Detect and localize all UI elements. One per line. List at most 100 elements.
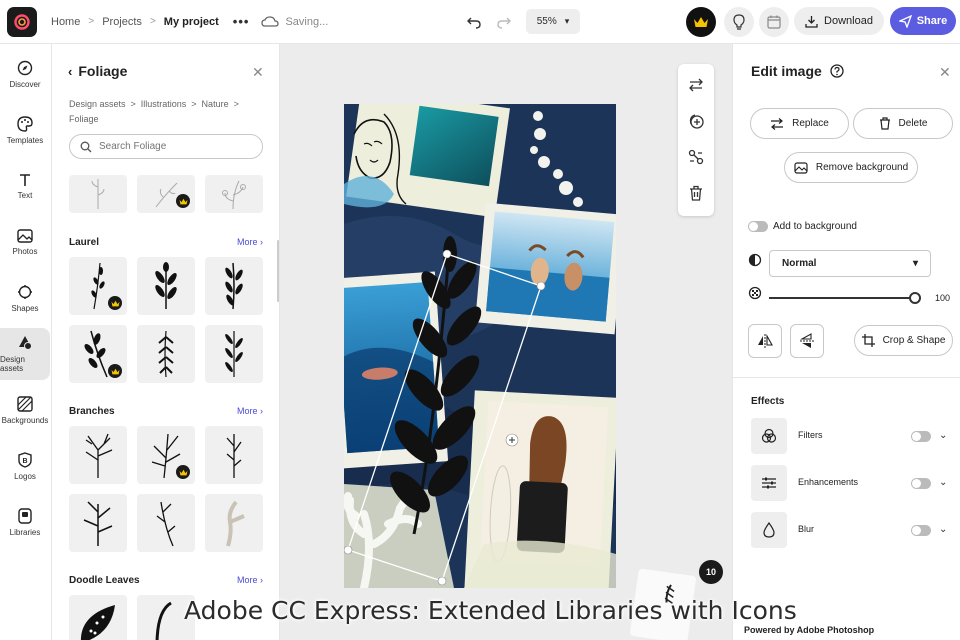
panel-title[interactable]: ‹ Foliage [68, 63, 127, 79]
nav-discover[interactable]: Discover [0, 48, 50, 100]
remove-background-icon [794, 161, 808, 174]
panel-breadcrumb: Design assets > Illustrations > Nature >… [69, 97, 259, 127]
search-input[interactable] [99, 141, 249, 152]
tips-button[interactable] [724, 7, 754, 37]
crop-icon [861, 334, 875, 347]
page-count-badge[interactable]: 10 [699, 560, 723, 584]
chevron-down-icon[interactable]: ⌄ [939, 477, 947, 488]
asset-thumb[interactable] [137, 426, 195, 484]
nav-label: Libraries [9, 527, 41, 537]
asset-thumb[interactable] [137, 175, 195, 213]
flip-horizontal-icon [758, 334, 773, 348]
more-options-icon[interactable]: ••• [233, 14, 250, 29]
nav-logos[interactable]: B Logos [0, 440, 50, 492]
asset-thumb[interactable] [69, 175, 127, 213]
replace-button[interactable]: Replace [750, 108, 849, 139]
asset-thumb[interactable] [137, 325, 195, 383]
more-link[interactable]: More › [237, 575, 263, 586]
undo-icon[interactable] [462, 10, 486, 34]
trash-icon[interactable] [685, 182, 707, 204]
droplet-icon[interactable] [751, 512, 787, 548]
breadcrumb-projects[interactable]: Projects [102, 16, 142, 28]
asset-thumb[interactable] [205, 175, 263, 213]
backgrounds-icon [17, 395, 33, 412]
flip-horizontal-button[interactable] [748, 324, 782, 358]
chevron-left-icon[interactable]: ‹ [68, 64, 72, 79]
asset-thumb[interactable] [69, 595, 127, 640]
nav-photos[interactable]: Photos [0, 216, 50, 268]
swap-icon[interactable] [685, 74, 707, 96]
redo-icon[interactable] [492, 10, 516, 34]
panel-title: Edit image [751, 63, 844, 79]
breadcrumb-home[interactable]: Home [51, 16, 80, 28]
asset-thumb[interactable] [137, 494, 195, 552]
more-link[interactable]: More › [237, 406, 263, 417]
asset-thumb[interactable] [69, 494, 127, 552]
blur-toggle[interactable] [911, 525, 931, 536]
crop-shape-button[interactable]: Crop & Shape [854, 325, 953, 356]
text-icon [20, 173, 30, 186]
saving-status: Saving... [261, 16, 328, 28]
filters-icon[interactable] [751, 418, 787, 454]
flip-vertical-button[interactable] [790, 324, 824, 358]
asset-thumb[interactable] [205, 325, 263, 383]
artboard[interactable] [344, 104, 616, 588]
download-button[interactable]: Download [794, 7, 884, 35]
nav-libraries[interactable]: Libraries [0, 496, 50, 548]
chevron-down-icon[interactable]: ⌄ [939, 524, 947, 535]
nav-label: Templates [6, 135, 44, 145]
asset-thumb[interactable] [137, 257, 195, 315]
breadcrumb: Home > Projects > My project [51, 16, 219, 28]
arrange-icon[interactable] [685, 146, 707, 168]
sliders-icon[interactable] [751, 465, 787, 501]
blend-mode-icon [748, 253, 762, 267]
nav-label: Backgrounds [1, 415, 49, 425]
cloud-sync-icon [261, 15, 280, 27]
remove-background-button[interactable]: Remove background [784, 152, 918, 183]
nav-design-assets[interactable]: Design assets [0, 328, 50, 380]
asset-thumb[interactable] [69, 257, 127, 315]
asset-thumb[interactable] [205, 426, 263, 484]
zoom-select[interactable]: 55% ▾ [526, 9, 580, 34]
search-field[interactable] [69, 134, 263, 159]
section-doodle-leaves: Doodle Leaves More › [69, 575, 263, 586]
app-logo-icon[interactable] [7, 6, 37, 37]
nav-label: Design assets [0, 355, 25, 373]
nav-text[interactable]: Text [0, 160, 50, 212]
help-icon[interactable] [830, 64, 844, 78]
asset-thumb[interactable] [205, 257, 263, 315]
schedule-button[interactable] [759, 7, 789, 37]
asset-thumb[interactable] [69, 426, 127, 484]
asset-thumb[interactable] [69, 325, 127, 383]
blur-label: Blur [798, 524, 815, 534]
chevron-right-icon: > [88, 16, 95, 27]
nav-templates[interactable]: Templates [0, 104, 50, 156]
enhancements-toggle[interactable] [911, 478, 931, 489]
opacity-slider-track[interactable] [769, 297, 915, 299]
nav-shapes[interactable]: Shapes [0, 272, 50, 324]
add-to-background-toggle[interactable] [748, 221, 768, 232]
premium-crown-button[interactable] [686, 7, 716, 37]
asset-thumb[interactable] [205, 494, 263, 552]
share-button[interactable]: Share [890, 7, 956, 35]
edit-image-panel: Edit image ✕ Replace Delete Remove backg… [732, 44, 960, 640]
close-icon[interactable]: ✕ [252, 64, 264, 81]
calendar-icon [767, 15, 781, 29]
chevron-down-icon: ▾ [564, 16, 570, 26]
breadcrumb-current[interactable]: My project [164, 16, 219, 28]
opacity-value[interactable]: 100 [935, 293, 950, 303]
more-link[interactable]: More › [237, 237, 263, 248]
search-icon [80, 141, 92, 152]
filters-toggle[interactable] [911, 431, 931, 442]
delete-button[interactable]: Delete [853, 108, 953, 139]
blend-mode-select[interactable]: Normal ▾ [769, 250, 931, 277]
panel-breadcrumb-path[interactable]: Design assets > Illustrations > Nature > [69, 97, 259, 112]
nav-backgrounds[interactable]: Backgrounds [0, 384, 50, 436]
filters-label: Filters [798, 430, 823, 440]
close-icon[interactable]: ✕ [939, 64, 951, 81]
nav-label: Logos [14, 471, 36, 481]
left-nav: Discover Templates Text Photos Shapes De… [0, 44, 52, 640]
opacity-slider-handle[interactable] [909, 292, 921, 304]
duplicate-icon[interactable] [685, 110, 707, 132]
chevron-down-icon[interactable]: ⌄ [939, 430, 947, 441]
